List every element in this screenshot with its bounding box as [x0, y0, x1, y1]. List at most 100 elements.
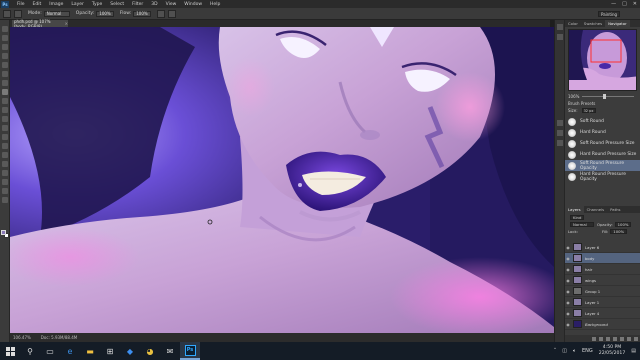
- foreground-color-swatch[interactable]: [1, 230, 6, 235]
- brush-preset-item[interactable]: Hard Round Pressure Opacity: [565, 171, 640, 182]
- layer-opacity-input[interactable]: 100%: [614, 222, 632, 227]
- brush-presets-panel-icon[interactable]: [557, 130, 563, 136]
- layer-row[interactable]: ◉ Layer 4: [565, 308, 640, 319]
- menu-select[interactable]: Select: [110, 2, 124, 7]
- menu-view[interactable]: View: [166, 2, 177, 7]
- eraser-tool-icon[interactable]: [2, 116, 8, 122]
- fill-input[interactable]: 100%: [610, 229, 628, 234]
- brush-panel-icon[interactable]: [557, 120, 563, 126]
- dodge-tool-icon[interactable]: [2, 143, 8, 149]
- menu-3d[interactable]: 3D: [151, 2, 157, 7]
- brush-tool-icon[interactable]: [2, 89, 8, 95]
- zoom-value[interactable]: 106%: [568, 94, 579, 99]
- path-select-tool-icon[interactable]: [2, 170, 8, 176]
- menu-file[interactable]: File: [17, 2, 25, 7]
- properties-panel-icon[interactable]: [557, 34, 563, 40]
- layer-row-selected[interactable]: ◉ body: [565, 253, 640, 264]
- brush-tool-preset-icon[interactable]: [3, 9, 11, 18]
- layer-blend-mode[interactable]: Normal: [570, 222, 594, 227]
- gradient-tool-icon[interactable]: [2, 125, 8, 131]
- notifications-icon[interactable]: ▤: [631, 348, 636, 354]
- pen-tool-icon[interactable]: [2, 152, 8, 158]
- layer-group-row[interactable]: ◉ Group 1: [565, 286, 640, 297]
- new-layer-icon[interactable]: [627, 336, 631, 341]
- delete-layer-icon[interactable]: [634, 336, 638, 341]
- airbrush-toggle-icon[interactable]: [156, 9, 165, 18]
- tab-navigator[interactable]: Navigator: [605, 20, 630, 27]
- language-indicator[interactable]: ENG: [582, 348, 593, 354]
- zoom-slider[interactable]: [582, 94, 634, 99]
- close-document-icon[interactable]: ×: [65, 21, 68, 26]
- link-layers-icon[interactable]: [592, 336, 596, 341]
- marquee-tool-icon[interactable]: [2, 35, 8, 41]
- zoom-tool-icon[interactable]: [2, 197, 8, 203]
- visibility-eye-icon[interactable]: ◉: [565, 322, 571, 327]
- menu-window[interactable]: Window: [184, 2, 202, 7]
- clock[interactable]: 4:50 PM 22/05/2017: [599, 345, 625, 357]
- brush-preset-item[interactable]: Soft Round Pressure Size: [565, 138, 640, 149]
- document-canvas[interactable]: [10, 27, 554, 333]
- menu-filter[interactable]: Filter: [132, 2, 143, 7]
- layer-row-background[interactable]: ◉ Background: [565, 319, 640, 330]
- network-icon[interactable]: ◫: [562, 348, 567, 354]
- move-tool-icon[interactable]: [2, 26, 8, 32]
- menu-image[interactable]: Image: [49, 2, 63, 7]
- task-view-icon[interactable]: ▭: [40, 342, 60, 360]
- pressure-size-icon[interactable]: [167, 9, 176, 18]
- adjustment-layer-icon[interactable]: [613, 336, 617, 341]
- layer-mask-icon[interactable]: [606, 336, 610, 341]
- brush-preset-item[interactable]: Soft Round: [565, 116, 640, 127]
- tab-swatches[interactable]: Swatches: [581, 20, 605, 27]
- layer-row[interactable]: ◉ wings: [565, 275, 640, 286]
- zoom-readout[interactable]: 106.47%: [13, 335, 31, 340]
- tab-channels[interactable]: Channels: [584, 206, 608, 213]
- navigator-thumbnail[interactable]: [568, 29, 637, 91]
- visibility-eye-icon[interactable]: ◉: [565, 267, 571, 272]
- file-explorer-icon[interactable]: ▬: [80, 342, 100, 360]
- quick-select-tool-icon[interactable]: [2, 53, 8, 59]
- layer-row[interactable]: ◉ Layer 6: [565, 242, 640, 253]
- type-tool-icon[interactable]: [2, 161, 8, 167]
- layer-kind-filter[interactable]: Kind: [570, 215, 585, 220]
- tab-paths[interactable]: Paths: [607, 206, 623, 213]
- history-panel-icon[interactable]: [557, 24, 563, 30]
- menu-edit[interactable]: Edit: [33, 2, 42, 7]
- hand-tool-icon[interactable]: [2, 188, 8, 194]
- volume-icon[interactable]: 🔈︎: [573, 348, 576, 354]
- document-tab[interactable]: phdh.psd @ 107% (body, RGB/8) ×: [12, 19, 68, 29]
- clone-stamp-tool-icon[interactable]: [2, 98, 8, 104]
- minimize-button[interactable]: —: [611, 1, 616, 7]
- visibility-eye-icon[interactable]: ◉: [565, 245, 571, 250]
- dropbox-icon[interactable]: ◆: [120, 342, 140, 360]
- clone-source-panel-icon[interactable]: [557, 140, 563, 146]
- menu-help[interactable]: Help: [210, 2, 220, 7]
- layer-style-icon[interactable]: [599, 336, 603, 341]
- layer-row[interactable]: ◉ Layer 1: [565, 297, 640, 308]
- history-brush-tool-icon[interactable]: [2, 107, 8, 113]
- brush-preset-item-selected[interactable]: Soft Round Pressure Opacity: [565, 160, 640, 171]
- menu-layer[interactable]: Layer: [71, 2, 84, 7]
- visibility-eye-icon[interactable]: ◉: [565, 300, 571, 305]
- visibility-eye-icon[interactable]: ◉: [565, 289, 571, 294]
- visibility-eye-icon[interactable]: ◉: [565, 311, 571, 316]
- start-button[interactable]: [0, 342, 20, 360]
- close-window-button[interactable]: ✕: [633, 1, 637, 7]
- brush-size-input[interactable]: 32 px: [581, 108, 596, 113]
- brush-preset-item[interactable]: Hard Round Pressure Size: [565, 149, 640, 160]
- visibility-eye-icon[interactable]: ◉: [565, 256, 571, 261]
- opacity-input[interactable]: 100%: [96, 10, 114, 17]
- flow-input[interactable]: 100%: [133, 10, 151, 17]
- new-group-icon[interactable]: [620, 336, 624, 341]
- edge-browser-icon[interactable]: e: [60, 342, 80, 360]
- lasso-tool-icon[interactable]: [2, 44, 8, 50]
- crop-tool-icon[interactable]: [2, 62, 8, 68]
- maximize-button[interactable]: □: [622, 1, 627, 7]
- shape-tool-icon[interactable]: [2, 179, 8, 185]
- menu-type[interactable]: Type: [92, 2, 102, 7]
- tab-color[interactable]: Color: [565, 20, 581, 27]
- tab-layers[interactable]: Layers: [565, 206, 584, 213]
- workspace-switcher[interactable]: Painting: [598, 11, 620, 17]
- visibility-eye-icon[interactable]: ◉: [565, 278, 571, 283]
- brush-preset-item[interactable]: Hard Round: [565, 127, 640, 138]
- blur-tool-icon[interactable]: [2, 134, 8, 140]
